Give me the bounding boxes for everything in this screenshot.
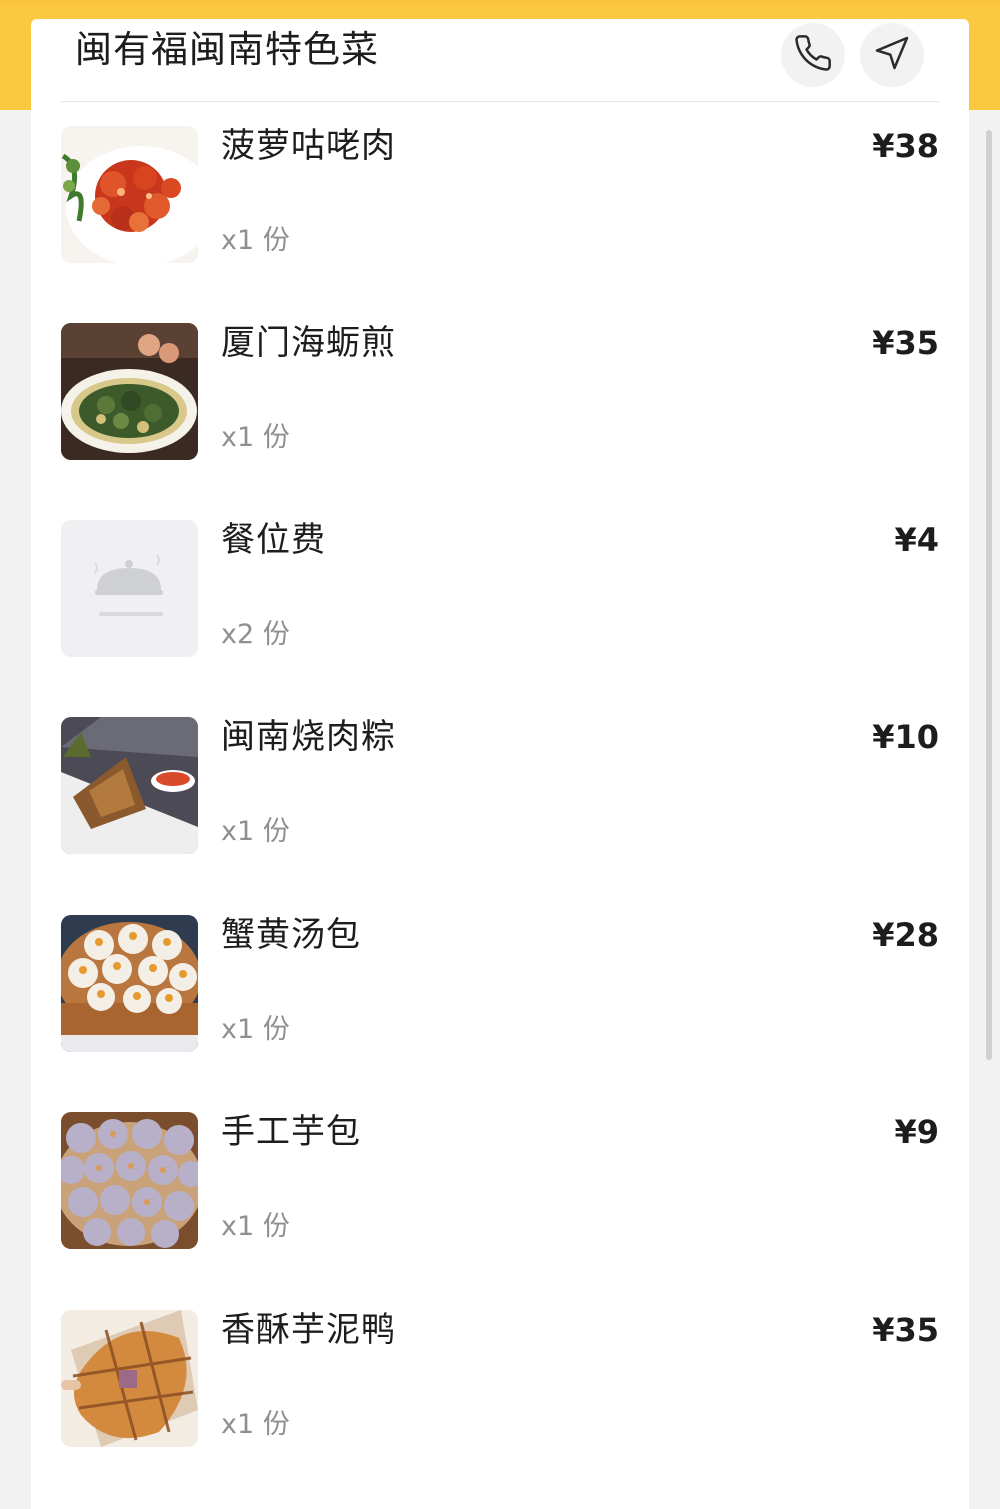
item-quantity: x1 份	[221, 1014, 290, 1045]
navigation-arrow-icon	[872, 33, 912, 77]
item-name: 手工芋包	[221, 1112, 361, 1152]
dish-photo-placeholder	[61, 520, 198, 657]
item-price: ¥10	[872, 718, 939, 756]
shop-header: 闽有福闽南特色菜	[31, 19, 969, 102]
order-item[interactable]: 闽南烧肉粽 x1 份 ¥10	[61, 717, 939, 867]
item-name: 厦门海蛎煎	[221, 323, 396, 363]
dish-photo-soup-dumplings	[61, 915, 198, 1052]
order-item[interactable]: 蟹黄汤包 x1 份 ¥28	[61, 915, 939, 1065]
item-price: ¥35	[872, 324, 939, 362]
item-name: 香酥芋泥鸭	[221, 1310, 396, 1350]
item-quantity: x1 份	[221, 816, 290, 847]
item-name: 蟹黄汤包	[221, 915, 361, 955]
item-price: ¥35	[872, 1311, 939, 1349]
header-divider	[61, 101, 939, 102]
order-item[interactable]: 手工芋包 x1 份 ¥9	[61, 1112, 939, 1262]
shop-name: 闽有福闽南特色菜	[75, 28, 379, 71]
navigate-button[interactable]	[860, 23, 924, 87]
dish-photo-crispy-taro-duck	[61, 1310, 198, 1447]
order-item[interactable]: 香酥芋泥鸭 x1 份 ¥35	[61, 1310, 939, 1460]
item-price: ¥4	[894, 521, 939, 559]
phone-icon	[793, 33, 833, 77]
dish-photo-oyster-omelette	[61, 323, 198, 460]
item-price: ¥28	[872, 916, 939, 954]
item-price: ¥38	[872, 127, 939, 165]
item-quantity: x1 份	[221, 225, 290, 256]
order-item[interactable]: 菠萝咕咾肉 x1 份 ¥38	[61, 126, 939, 276]
item-name: 菠萝咕咾肉	[221, 126, 396, 166]
dish-photo-taro-buns	[61, 1112, 198, 1249]
order-item[interactable]: 厦门海蛎煎 x1 份 ¥35	[61, 323, 939, 473]
item-quantity: x1 份	[221, 1211, 290, 1242]
scrollbar[interactable]	[986, 130, 992, 1060]
item-price: ¥9	[894, 1113, 939, 1151]
dish-photo-sweet-sour-pork	[61, 126, 198, 263]
item-quantity: x2 份	[221, 619, 290, 650]
item-quantity: x1 份	[221, 422, 290, 453]
item-name: 餐位费	[221, 520, 326, 560]
status-bar-strip	[0, 0, 1000, 12]
dish-photo-rice-dumpling	[61, 717, 198, 854]
item-name: 闽南烧肉粽	[221, 717, 396, 757]
order-card: 闽有福闽南特色菜 菠萝咕咾肉 x1 份 ¥38 厦门海蛎煎 x1 份 ¥35 餐…	[31, 19, 969, 1509]
item-quantity: x1 份	[221, 1409, 290, 1440]
call-button[interactable]	[781, 23, 845, 87]
order-item[interactable]: 餐位费 x2 份 ¥4	[61, 520, 939, 670]
